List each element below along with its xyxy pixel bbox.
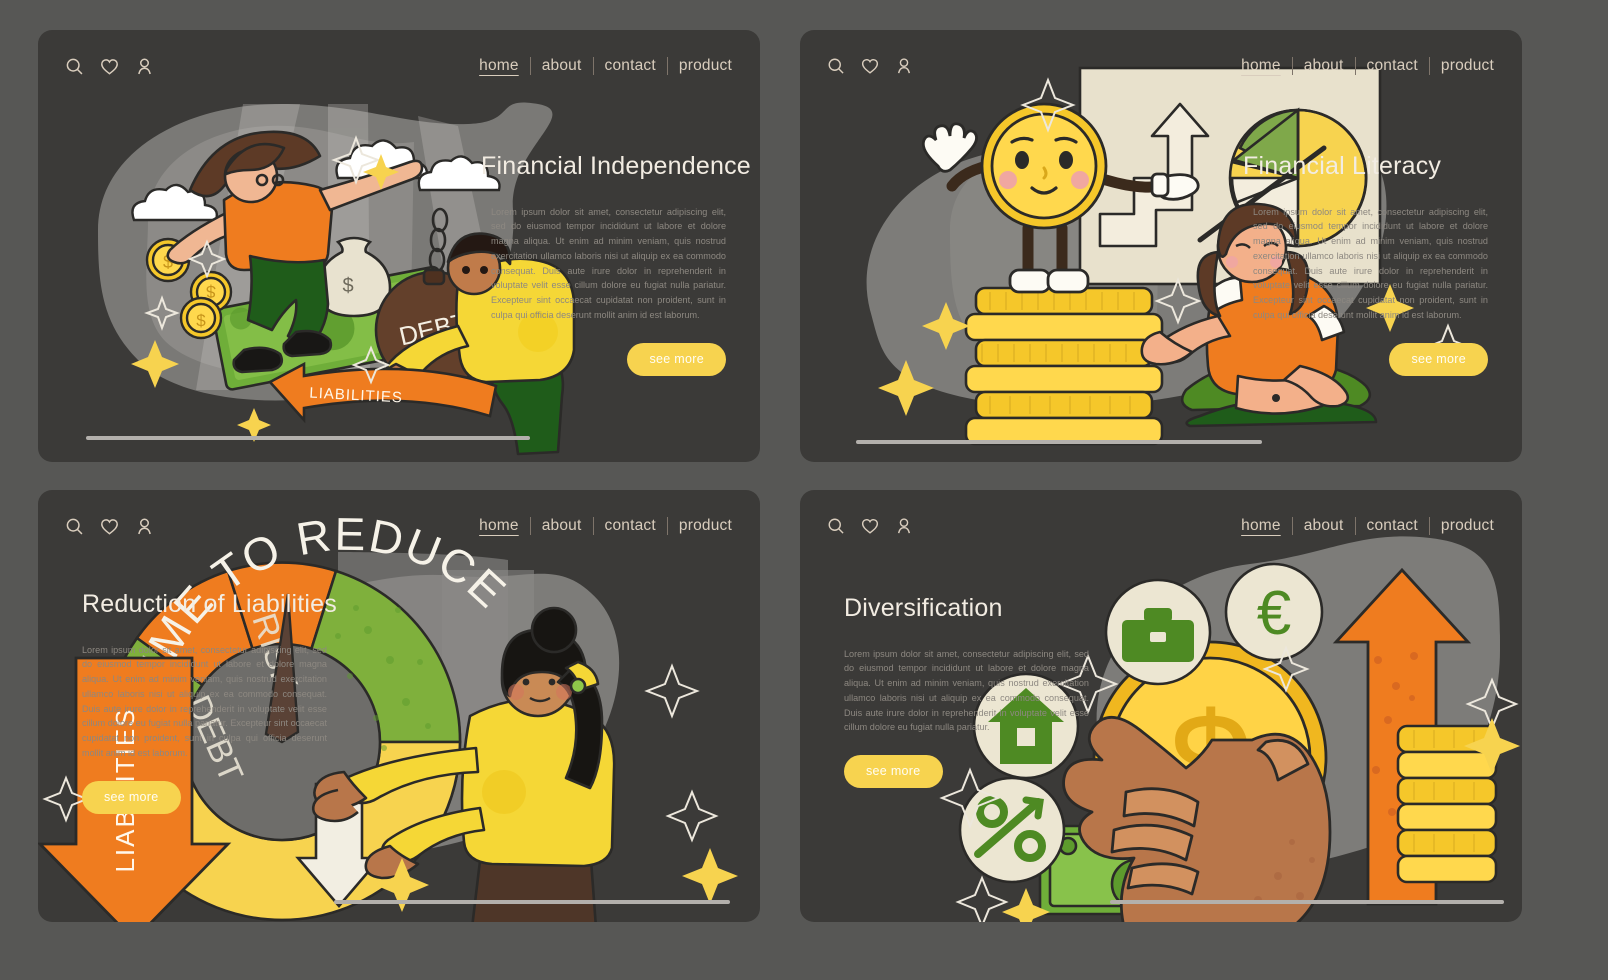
cta-wrap-1: see more [481,323,726,376]
heart-icon[interactable] [860,56,880,76]
nav-link-product[interactable]: product [666,517,732,535]
panel-text-1: Financial Independence Lorem ipsum dolor… [481,152,751,376]
panel-nav-2: home about contact product [800,30,1522,102]
nav-links-2: home about contact product [1230,57,1494,75]
see-more-button-1[interactable]: see more [627,342,726,376]
page-title-financial-literacy: Financial Literacy [1243,152,1442,180]
nav-icon-group [64,516,155,537]
nav-link-product[interactable]: product [666,57,732,75]
body-text-3: Lorem ipsum dolor sit amet, consectetur … [82,644,327,758]
body-text-4: Lorem ipsum dolor sit amet, consectetur … [844,648,1089,733]
nav-link-contact[interactable]: contact [592,517,667,535]
poster-page: $ $ $ $ DEBT LIABILITIES home about cont… [0,0,1608,980]
cta-wrap-3: see more [82,761,327,814]
nav-link-product[interactable]: product [1428,57,1494,75]
heart-icon[interactable] [99,516,120,537]
search-icon[interactable] [64,56,85,77]
see-more-button-3[interactable]: see more [82,780,181,814]
nav-icon-group [826,56,914,76]
nav-link-about[interactable]: about [529,517,593,535]
user-icon[interactable] [894,516,914,536]
panel-grid: $ $ $ $ DEBT LIABILITIES home about cont… [38,30,1572,922]
panel-diversification: $ [800,490,1522,922]
nav-link-about[interactable]: about [1291,57,1355,75]
ground-line [86,436,530,440]
euro-symbol: € [1257,579,1291,648]
see-more-button-4[interactable]: see more [844,755,943,789]
heart-icon[interactable] [860,516,880,536]
cta-wrap-2: see more [1243,323,1488,376]
nav-link-contact[interactable]: contact [1354,57,1429,75]
search-icon[interactable] [826,56,846,76]
page-title-financial-independence: Financial Independence [481,152,751,180]
nav-links-3: home about contact product [468,517,732,535]
nav-icon-group [64,56,155,77]
cta-wrap-4: see more [844,735,1089,789]
panel-nav-1: home about contact product [38,30,760,102]
see-more-button-2[interactable]: see more [1389,342,1488,376]
svg-text:$: $ [196,311,206,330]
nav-link-home[interactable]: home [1230,517,1292,535]
ground-line [856,440,1262,444]
user-icon[interactable] [134,56,155,77]
panel-text-4: Diversification Lorem ipsum dolor sit am… [844,594,1089,789]
nav-link-home[interactable]: home [468,517,530,535]
nav-link-home[interactable]: home [468,57,530,75]
page-title-reduction-of-liabilities: Reduction of Liabilities [82,590,337,618]
nav-icon-group [826,516,914,536]
page-title-diversification: Diversification [844,594,1003,622]
panel-reduction-of-liabilities: TIME TO REDUCE DEBT RISK LIABILITIES [38,490,760,922]
body-text-1: Lorem ipsum dolor sit amet, consectetur … [491,206,726,320]
body-text-2: Lorem ipsum dolor sit amet, consectetur … [1253,206,1488,320]
ground-line [334,900,730,904]
user-icon[interactable] [134,516,155,537]
panel-text-3: Reduction of Liabilities Lorem ipsum dol… [82,590,337,814]
panel-text-2: Financial Literacy Lorem ipsum dolor sit… [1243,152,1488,376]
panel-financial-independence: $ $ $ $ DEBT LIABILITIES home about cont… [38,30,760,462]
panel-financial-literacy: home about contact product Financial Lit… [800,30,1522,462]
nav-link-contact[interactable]: contact [592,57,667,75]
nav-link-product[interactable]: product [1428,517,1494,535]
nav-link-home[interactable]: home [1230,57,1292,75]
panel-nav-3: home about contact product [38,490,760,562]
search-icon[interactable] [826,516,846,536]
nav-link-about[interactable]: about [1291,517,1355,535]
user-icon[interactable] [894,56,914,76]
panel-nav-4: home about contact product [800,490,1522,562]
ground-line [1110,900,1504,904]
search-icon[interactable] [64,516,85,537]
svg-text:$: $ [342,275,353,297]
nav-links-1: home about contact product [468,57,732,75]
heart-icon[interactable] [99,56,120,77]
nav-link-about[interactable]: about [529,57,593,75]
nav-links-4: home about contact product [1230,517,1494,535]
nav-link-contact[interactable]: contact [1354,517,1429,535]
